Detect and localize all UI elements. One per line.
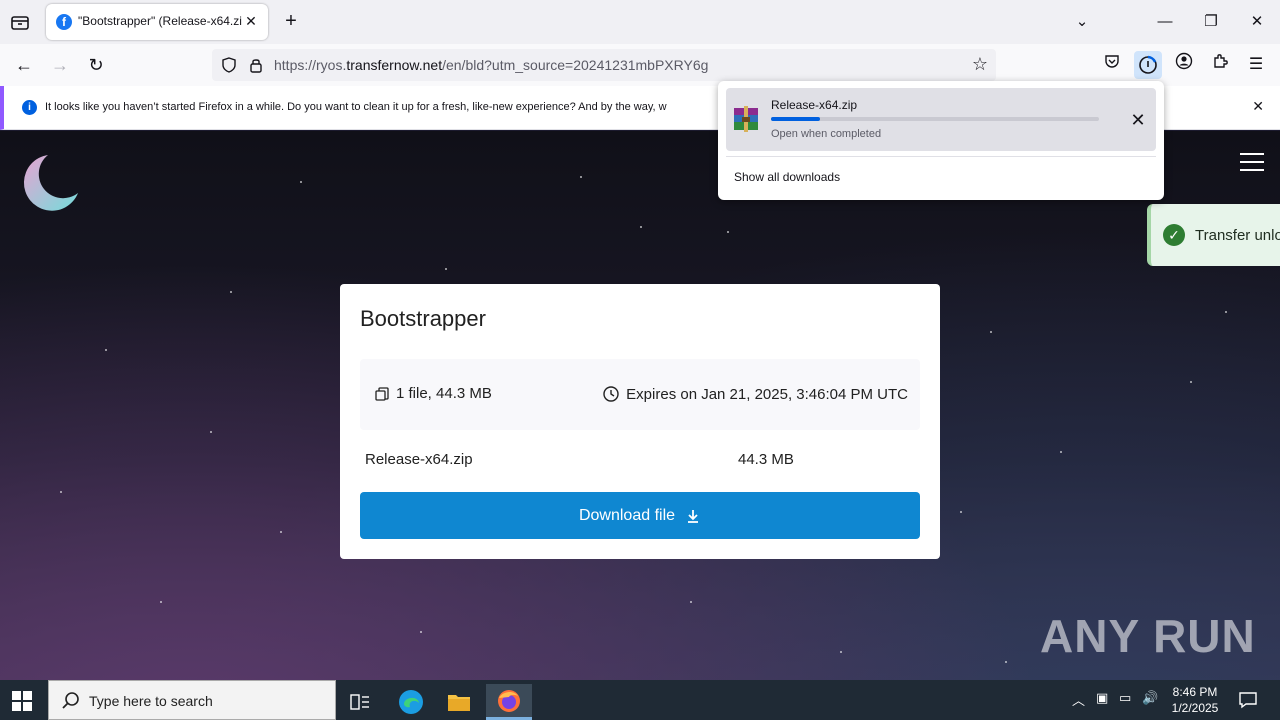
tab-title: "Bootstrapper" (Release-x64.zip [78, 14, 242, 28]
minimize-button[interactable]: — [1150, 8, 1180, 36]
download-progress-bar [771, 117, 1099, 121]
downloads-panel: Release-x64.zip Open when completed ✕ Sh… [718, 81, 1164, 200]
extensions-icon[interactable] [1207, 52, 1233, 78]
moon-logo-icon[interactable] [18, 151, 82, 215]
info-icon: i [22, 100, 37, 115]
copy-files-icon [375, 386, 389, 401]
transfer-card: Bootstrapper 1 file, 44.3 MB Expires on … [340, 284, 940, 559]
lock-icon[interactable] [248, 56, 264, 74]
taskbar-search-box[interactable]: Type here to search [48, 680, 336, 720]
firefox-taskbar-icon[interactable] [486, 684, 532, 720]
transfer-unlocked-toast: ✓ Transfer unlo [1147, 204, 1280, 266]
close-window-button[interactable]: ✕ [1242, 8, 1272, 36]
restore-button[interactable]: ❐ [1196, 8, 1226, 36]
facebook-favicon-icon: f [56, 14, 72, 30]
close-tab-icon[interactable]: ✕ [242, 12, 260, 30]
toast-text: Transfer unlo [1195, 227, 1280, 244]
transfer-meta: 1 file, 44.3 MB Expires on Jan 21, 2025,… [360, 359, 920, 430]
tray-chevron-up-icon[interactable]: ︿ [1072, 690, 1085, 709]
list-all-tabs-icon[interactable] [8, 11, 32, 33]
url-bar[interactable]: https://ryos.transfernow.net/en/bld?utm_… [212, 49, 996, 81]
anyrun-watermark: ANY RUN [1040, 610, 1256, 662]
download-file-button[interactable]: Download file [360, 492, 920, 539]
file-count-text: 1 file, 44.3 MB [396, 385, 492, 402]
file-size: 44.3 MB [738, 451, 794, 468]
tab-active[interactable]: f "Bootstrapper" (Release-x64.zip ✕ [46, 4, 268, 40]
show-all-downloads-link[interactable]: Show all downloads [734, 170, 840, 184]
clock-date: 1/2/2025 [1171, 701, 1219, 715]
expiry-text: Expires on Jan 21, 2025, 3:46:04 PM UTC [626, 385, 908, 403]
clock-time: 8:46 PM [1172, 685, 1218, 699]
file-explorer-icon[interactable] [436, 684, 482, 720]
notification-message: It looks like you haven’t started Firefo… [45, 101, 667, 113]
system-clock[interactable]: 8:46 PM 1/2/2025 [1164, 684, 1226, 716]
back-button[interactable]: ← [11, 52, 37, 78]
search-icon [62, 692, 79, 709]
network-icon[interactable]: ▭ [1119, 690, 1131, 706]
page-content: ✓ Transfer unlo Bootstrapper 1 file, 44.… [0, 131, 1280, 680]
tray-device-icon[interactable]: ▣ [1096, 690, 1108, 706]
windows-taskbar: Type here to search ︿ ▣ ▭ 🔊 8:46 PM 1/2/… [0, 680, 1280, 720]
bookmark-star-icon[interactable]: ☆ [972, 54, 988, 75]
cancel-download-icon[interactable]: ✕ [1124, 106, 1152, 134]
windows-start-icon[interactable] [12, 691, 32, 711]
download-file-name: Release-x64.zip [771, 98, 858, 112]
reload-button[interactable]: ↻ [83, 52, 109, 78]
shield-icon[interactable] [220, 56, 238, 74]
close-notification-icon[interactable]: ✕ [1252, 98, 1264, 115]
menu-hamburger-icon[interactable]: ☰ [1243, 52, 1269, 78]
edge-browser-icon[interactable] [388, 684, 434, 720]
new-tab-button[interactable]: + [280, 10, 302, 32]
download-file-label: Download file [578, 506, 676, 524]
site-menu-icon[interactable] [1240, 153, 1264, 173]
navigation-bar: ← → ↻ https://ryos.transfernow.net/en/bl… [0, 44, 1280, 86]
file-name: Release-x64.zip [365, 451, 473, 468]
pocket-icon[interactable] [1099, 52, 1125, 78]
timer-icon [603, 386, 619, 402]
search-placeholder: Type here to search [89, 693, 213, 709]
task-view-icon[interactable] [337, 684, 383, 720]
chevron-down-icon[interactable]: ⌄ [1067, 8, 1097, 36]
download-status: Open when completed [771, 128, 882, 140]
downloads-button[interactable] [1134, 51, 1162, 79]
volume-icon[interactable]: 🔊 [1142, 690, 1158, 706]
file-count: 1 file, 44.3 MB [374, 385, 492, 402]
url-text[interactable]: https://ryos.transfernow.net/en/bld?utm_… [274, 57, 708, 73]
divider [726, 156, 1156, 157]
expiry: Expires on Jan 21, 2025, 3:46:04 PM UTC [602, 385, 908, 403]
download-item[interactable]: Release-x64.zip Open when completed ✕ [726, 88, 1156, 151]
forward-button[interactable]: → [47, 52, 73, 78]
check-circle-icon: ✓ [1163, 224, 1185, 246]
winrar-archive-icon [734, 106, 758, 132]
download-arrow-icon [688, 509, 699, 523]
transfer-title: Bootstrapper [360, 306, 486, 331]
tab-bar: f "Bootstrapper" (Release-x64.zip ✕ + ⌄ … [0, 0, 1280, 44]
action-center-icon[interactable] [1238, 690, 1258, 710]
account-icon[interactable] [1171, 52, 1197, 78]
